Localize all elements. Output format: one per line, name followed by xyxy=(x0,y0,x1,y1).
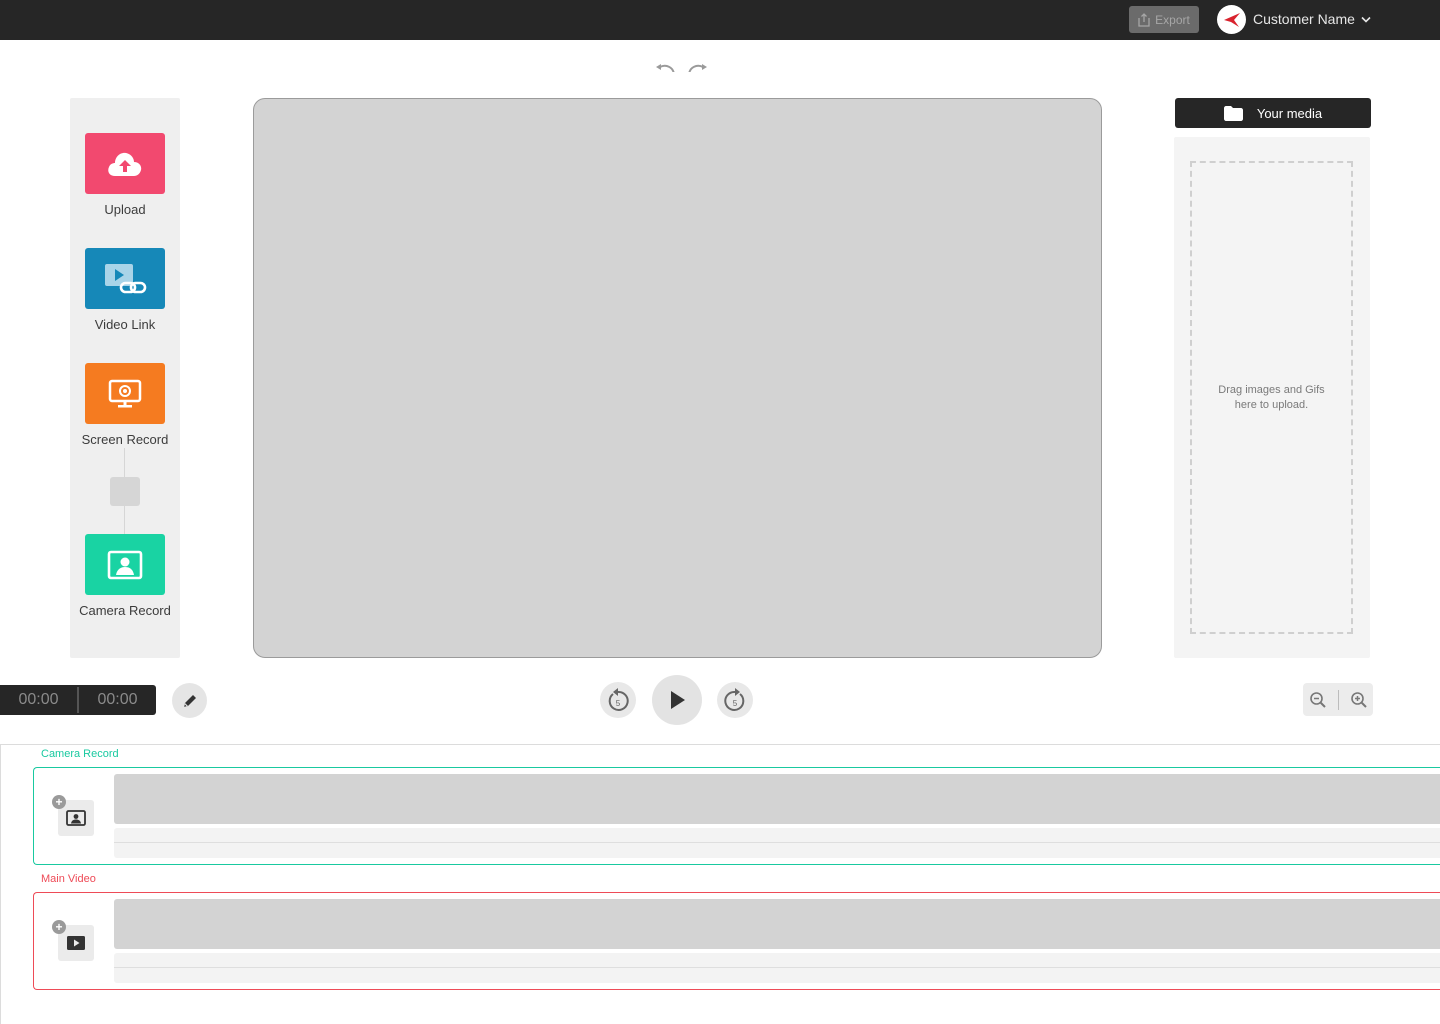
track-main-video: + xyxy=(33,892,1440,990)
camera-sub-track[interactable] xyxy=(114,828,1440,858)
forward-icon: 5 xyxy=(724,688,745,711)
timeline: Camera Record + Main Video + xyxy=(0,744,1440,1024)
upload-dropzone[interactable]: Drag images and Gifs here to upload. xyxy=(1190,161,1353,634)
forward-button[interactable]: 5 xyxy=(717,682,753,718)
top-bar: Export Customer Name xyxy=(0,0,1440,40)
track-camera-record: + xyxy=(33,767,1440,865)
video-link-icon xyxy=(105,263,147,293)
camera-record-tile[interactable] xyxy=(85,534,165,595)
folder-icon xyxy=(1223,105,1243,121)
add-plus-icon[interactable]: + xyxy=(52,795,66,809)
your-media-button[interactable]: Your media xyxy=(1175,98,1371,128)
edit-icon xyxy=(183,694,196,707)
video-play-icon xyxy=(67,936,85,950)
zoom-out-button[interactable] xyxy=(1309,691,1327,709)
export-label: Export xyxy=(1155,12,1190,27)
add-plus-icon[interactable]: + xyxy=(52,920,66,934)
track-label-camera-record: Camera Record xyxy=(41,748,119,760)
media-panel: Drag images and Gifs here to upload. xyxy=(1174,137,1370,658)
total-time: 00:00 xyxy=(97,691,138,708)
account-menu[interactable]: Customer Name xyxy=(1253,11,1371,27)
camera-record-icon xyxy=(66,810,86,826)
video-preview[interactable] xyxy=(253,98,1102,658)
time-display: 00:00 00:00 xyxy=(0,685,156,715)
camera-clip-track[interactable] xyxy=(114,774,1440,824)
track-label-main-video: Main Video xyxy=(41,873,96,885)
export-button[interactable]: Export xyxy=(1129,6,1199,33)
upload-label: Upload xyxy=(104,202,146,217)
undo-redo-group xyxy=(652,58,712,72)
zoom-out-icon xyxy=(1309,691,1326,708)
edit-button[interactable] xyxy=(172,683,207,718)
camera-record-icon xyxy=(107,550,143,579)
export-icon xyxy=(1138,12,1150,27)
rewind-icon: 5 xyxy=(608,688,629,711)
camera-sub-track-line xyxy=(114,842,1440,843)
empty-tool-slot xyxy=(110,477,140,506)
zoom-separator xyxy=(1337,689,1339,710)
current-time: 00:00 xyxy=(18,691,59,708)
zoom-controls xyxy=(1303,683,1373,716)
your-media-label: Your media xyxy=(1256,105,1323,121)
rewind-seconds: 5 xyxy=(616,699,621,708)
video-link-tile[interactable] xyxy=(85,248,165,309)
connector-line xyxy=(124,448,125,477)
play-button[interactable] xyxy=(652,675,702,725)
play-icon xyxy=(671,691,685,709)
main-video-clip-track[interactable] xyxy=(114,899,1440,949)
chevron-down-icon xyxy=(1361,16,1371,23)
redo-icon[interactable] xyxy=(687,58,711,72)
screen-record-label: Screen Record xyxy=(81,432,169,447)
screen-record-icon xyxy=(108,379,142,407)
screen-record-tile[interactable] xyxy=(85,363,165,424)
customer-name: Customer Name xyxy=(1253,11,1355,27)
dropzone-text: Drag images and Gifs here to upload. xyxy=(1218,383,1325,411)
rewind-button[interactable]: 5 xyxy=(600,682,636,718)
recording-tools-panel: Upload Video Link Screen Record Camera R… xyxy=(70,98,180,658)
video-link-label: Video Link xyxy=(94,317,156,332)
camera-record-label: Camera Record xyxy=(79,603,171,618)
upload-tool[interactable]: Upload xyxy=(70,133,180,217)
connector-line xyxy=(124,506,125,534)
camera-record-tool[interactable]: Camera Record xyxy=(70,534,180,618)
upload-tile[interactable] xyxy=(85,133,165,194)
main-video-sub-track-line xyxy=(114,967,1440,968)
zoom-in-button[interactable] xyxy=(1350,691,1368,709)
brand-logo[interactable] xyxy=(1217,5,1246,34)
undo-icon[interactable] xyxy=(652,58,676,72)
video-link-tool[interactable]: Video Link xyxy=(70,248,180,332)
cloud-upload-icon xyxy=(108,152,142,176)
forward-seconds: 5 xyxy=(733,699,738,708)
zoom-in-icon xyxy=(1350,691,1367,708)
screen-record-tool[interactable]: Screen Record xyxy=(70,363,180,447)
main-video-sub-track[interactable] xyxy=(114,953,1440,983)
